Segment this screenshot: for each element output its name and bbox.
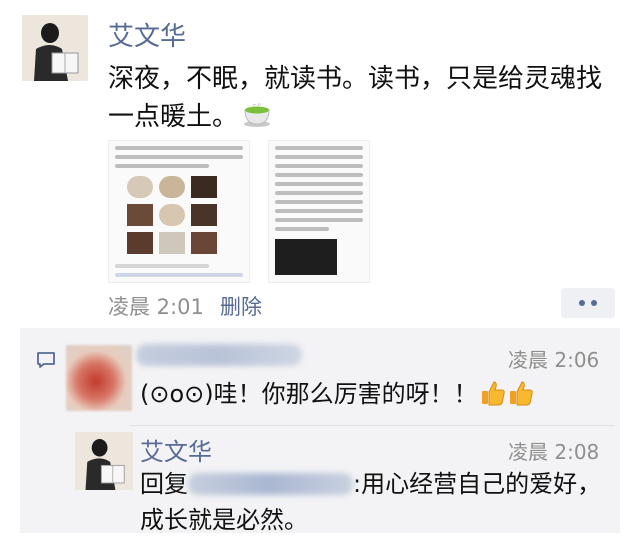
dot-icon [591,300,597,306]
more-options-button[interactable] [561,288,615,318]
post-body: 深夜，不眠，就读书。读书，只是给灵魂找一点暖土。 [108,64,603,132]
reply-author-name[interactable]: 艾文华 [140,432,212,467]
comment-time: 凌晨 2:06 [508,348,600,372]
shared-image-2[interactable] [268,140,370,283]
comment-icon [36,350,56,370]
reply-text[interactable]: 回复:用心经营自己的爱好，成长就是必然。 [140,466,610,538]
teacup-icon [242,100,272,130]
photo-grid [127,176,249,254]
thumbs-up-icon [508,379,534,407]
delete-button[interactable]: 删除 [220,291,262,321]
shared-image-1[interactable] [108,140,250,283]
reply-time: 凌晨 2:08 [508,440,600,464]
comment-body: (⊙o⊙)哇！你那么厉害的呀！！ [140,380,478,408]
reply-prefix: 回复 [140,470,188,498]
post-time: 凌晨 2:01 [108,295,204,319]
reply-author-avatar[interactable] [75,432,133,490]
dot-icon [579,300,585,306]
post-author-name[interactable]: 艾文华 [108,16,186,53]
commenter-avatar[interactable] [66,345,132,411]
post-text: 深夜，不眠，就读书。读书，只是给灵魂找一点暖土。 [108,60,618,136]
author-avatar[interactable] [22,15,88,81]
commenter-name-blurred[interactable] [136,344,302,366]
reply-divider [130,425,615,426]
comment-text[interactable]: (⊙o⊙)哇！你那么厉害的呀！！ [140,374,534,409]
thumbs-up-icon [480,379,506,407]
reply-mention-blurred[interactable] [188,473,353,495]
